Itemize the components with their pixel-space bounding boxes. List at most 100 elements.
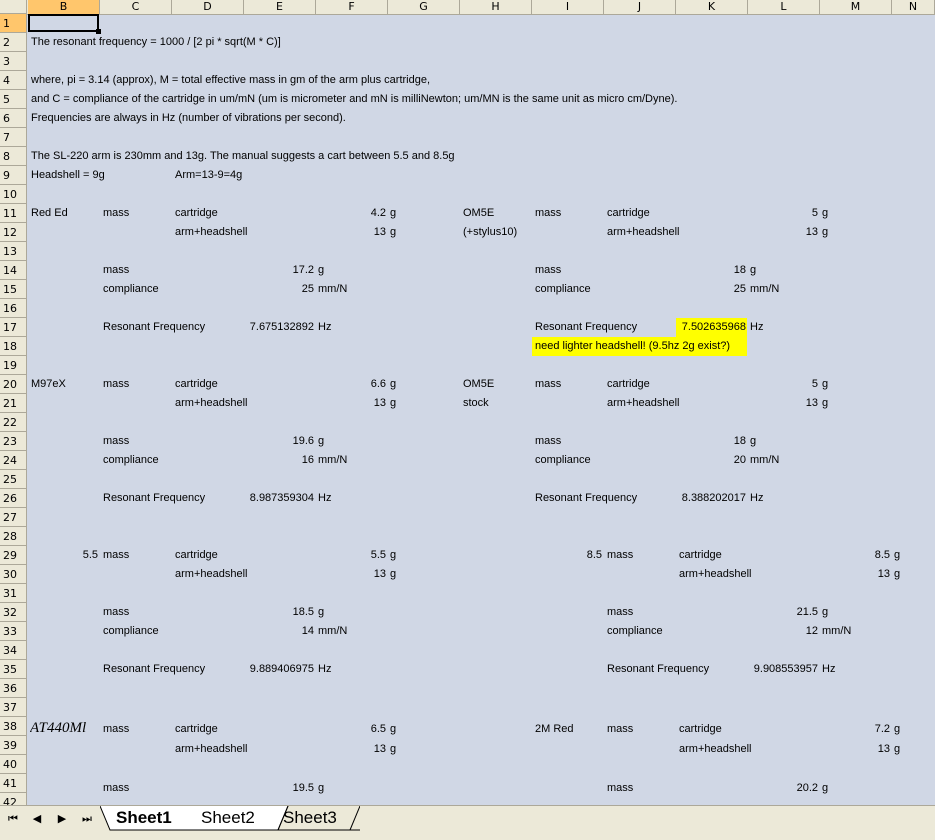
unit-g[interactable]: g xyxy=(822,223,828,242)
row-header-39[interactable]: 39 xyxy=(0,736,27,755)
arm-value[interactable]: 13 xyxy=(316,223,386,242)
row-header-34[interactable]: 34 xyxy=(0,641,27,660)
row-header-29[interactable]: 29 xyxy=(0,546,27,565)
column-header-d[interactable]: D xyxy=(172,0,244,14)
resonant-frequency-value[interactable]: 9.908553957 xyxy=(748,660,818,679)
label-mass[interactable]: mass xyxy=(535,204,561,223)
label-resonant-frequency[interactable]: Resonant Frequency xyxy=(535,489,637,508)
label-resonant-frequency[interactable]: Resonant Frequency xyxy=(535,318,637,337)
label-mass[interactable]: mass xyxy=(607,779,633,798)
unit-g[interactable]: g xyxy=(822,779,828,798)
label-mass[interactable]: mass xyxy=(103,546,129,565)
row-header-37[interactable]: 37 xyxy=(0,698,27,717)
compliance-value[interactable]: 20 xyxy=(676,451,746,470)
unit-g[interactable]: g xyxy=(822,394,828,413)
column-header-l[interactable]: L xyxy=(748,0,820,14)
label-compliance[interactable]: compliance xyxy=(103,280,159,299)
headshell-note[interactable]: Headshell = 9g xyxy=(31,166,105,185)
next-sheet-icon[interactable]: ▶ xyxy=(55,812,69,825)
row-header-10[interactable]: 10 xyxy=(0,185,27,204)
label-cartridge[interactable]: cartridge xyxy=(175,204,218,223)
column-header-m[interactable]: M xyxy=(820,0,892,14)
cartridge-name[interactable]: OM5E xyxy=(463,375,494,394)
cartridge-name[interactable]: 2M Red xyxy=(535,720,574,739)
mass-total[interactable]: 19.5 xyxy=(244,779,314,798)
mass-total[interactable]: 18.5 xyxy=(244,603,314,622)
row-header-16[interactable]: 16 xyxy=(0,299,27,318)
label-resonant-frequency[interactable]: Resonant Frequency xyxy=(103,489,205,508)
unit-g[interactable]: g xyxy=(750,432,756,451)
row-header-24[interactable]: 24 xyxy=(0,451,27,470)
unit-mmn[interactable]: mm/N xyxy=(318,622,347,641)
row-header-13[interactable]: 13 xyxy=(0,242,27,261)
resonant-frequency-value[interactable]: 8.388202017 xyxy=(676,489,746,508)
arm-value[interactable]: 13 xyxy=(316,565,386,584)
unit-mmn[interactable]: mm/N xyxy=(822,622,851,641)
column-header-e[interactable]: E xyxy=(244,0,316,14)
row-header-40[interactable]: 40 xyxy=(0,755,27,774)
row-header-26[interactable]: 26 xyxy=(0,489,27,508)
row-header-12[interactable]: 12 xyxy=(0,223,27,242)
arm-value[interactable]: 13 xyxy=(316,394,386,413)
cartridge-value[interactable]: 7.2 xyxy=(820,720,890,739)
row-header-36[interactable]: 36 xyxy=(0,679,27,698)
arm-value[interactable]: 13 xyxy=(316,740,386,759)
unit-g[interactable]: g xyxy=(894,565,900,584)
column-header-c[interactable]: C xyxy=(100,0,172,14)
unit-g[interactable]: g xyxy=(894,546,900,565)
label-arm-headshell[interactable]: arm+headshell xyxy=(175,740,247,759)
row-header-14[interactable]: 14 xyxy=(0,261,27,280)
unit-hz[interactable]: Hz xyxy=(750,489,763,508)
label-mass[interactable]: mass xyxy=(103,204,129,223)
resonant-frequency-value[interactable]: 9.889406975 xyxy=(244,660,314,679)
row-header-5[interactable]: 5 xyxy=(0,90,27,109)
cartridge-name[interactable]: OM5E xyxy=(463,204,494,223)
label-mass[interactable]: mass xyxy=(103,720,129,739)
resonant-frequency-value[interactable]: 7.675132892 xyxy=(244,318,314,337)
row-header-8[interactable]: 8 xyxy=(0,147,27,166)
row-header-7[interactable]: 7 xyxy=(0,128,27,147)
row-header-27[interactable]: 27 xyxy=(0,508,27,527)
mass-total[interactable]: 17.2 xyxy=(244,261,314,280)
last-sheet-icon[interactable]: ⏭ xyxy=(80,812,94,826)
select-all-corner[interactable] xyxy=(0,0,27,14)
tab-sheet3[interactable]: Sheet3 xyxy=(277,806,343,830)
unit-g[interactable]: g xyxy=(390,394,396,413)
row-header-38[interactable]: 38 xyxy=(0,717,27,736)
label-mass[interactable]: mass xyxy=(103,603,129,622)
row-header-35[interactable]: 35 xyxy=(0,660,27,679)
label-cartridge[interactable]: cartridge xyxy=(175,546,218,565)
unit-mmn[interactable]: mm/N xyxy=(318,451,347,470)
unit-mmn[interactable]: mm/N xyxy=(318,280,347,299)
cartridge-name[interactable]: 8.5 xyxy=(532,546,602,565)
compliance-value[interactable]: 25 xyxy=(676,280,746,299)
row-header-25[interactable]: 25 xyxy=(0,470,27,489)
arm-note[interactable]: The SL-220 arm is 230mm and 13g. The man… xyxy=(31,147,455,166)
label-arm-headshell[interactable]: arm+headshell xyxy=(175,565,247,584)
label-arm-headshell[interactable]: arm+headshell xyxy=(679,740,751,759)
label-mass[interactable]: mass xyxy=(535,432,561,451)
label-resonant-frequency[interactable]: Resonant Frequency xyxy=(607,660,709,679)
label-mass[interactable]: mass xyxy=(607,720,633,739)
mass-total[interactable]: 19.6 xyxy=(244,432,314,451)
row-header-22[interactable]: 22 xyxy=(0,413,27,432)
mass-total[interactable]: 18 xyxy=(676,261,746,280)
label-cartridge[interactable]: cartridge xyxy=(175,720,218,739)
unit-hz[interactable]: Hz xyxy=(318,489,331,508)
resonant-frequency-value[interactable]: 8.987359304 xyxy=(244,489,314,508)
unit-g[interactable]: g xyxy=(390,204,396,223)
arm-mass-note[interactable]: Arm=13-9=4g xyxy=(175,166,242,185)
unit-hz[interactable]: Hz xyxy=(822,660,835,679)
row-header-33[interactable]: 33 xyxy=(0,622,27,641)
label-cartridge[interactable]: cartridge xyxy=(607,204,650,223)
label-mass[interactable]: mass xyxy=(103,779,129,798)
unit-g[interactable]: g xyxy=(318,432,324,451)
unit-g[interactable]: g xyxy=(390,223,396,242)
row-header-28[interactable]: 28 xyxy=(0,527,27,546)
column-header-n[interactable]: N xyxy=(892,0,935,14)
compliance-value[interactable]: 25 xyxy=(244,280,314,299)
cartridge-name[interactable]: 5.5 xyxy=(28,546,98,565)
compliance-text[interactable]: and C = compliance of the cartridge in u… xyxy=(31,90,677,109)
row-header-6[interactable]: 6 xyxy=(0,109,27,128)
column-header-b[interactable]: B xyxy=(28,0,100,14)
